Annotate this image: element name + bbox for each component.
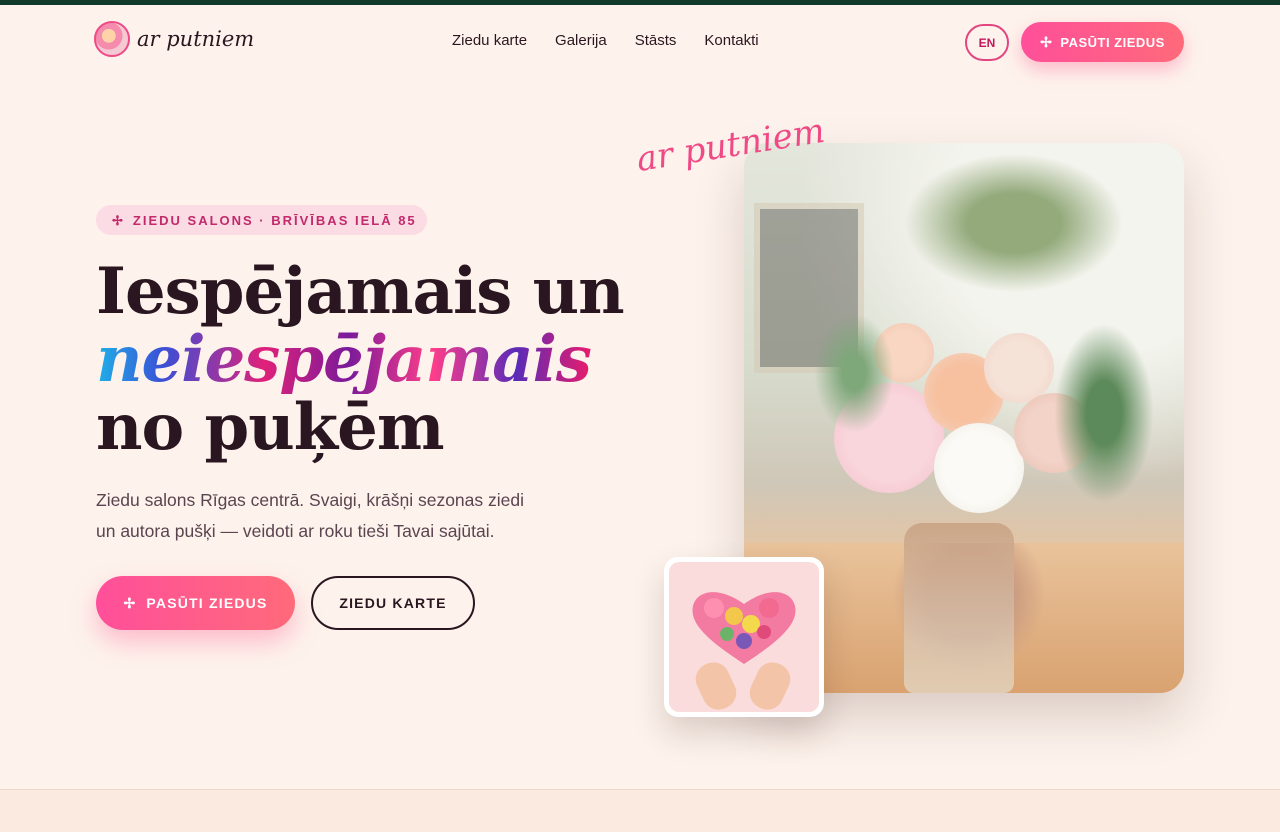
next-section-edge — [0, 789, 1280, 832]
badge-text: ZIEDU SALONS · BRĪVĪBAS IELĀ 85 — [132, 212, 417, 228]
headline-line-1: Iespējamais un — [96, 254, 625, 329]
primary-button-label: PASŪTI ZIEDUS — [146, 595, 268, 611]
headline-accent: neiespējamais — [96, 326, 656, 394]
nav-link-galerija[interactable]: Galerija — [555, 32, 607, 49]
brand-name: ar putniem — [137, 27, 255, 51]
thumbnail-image — [669, 562, 819, 712]
hero-headline: Iespējamais un neiespējamais no puķēm — [96, 258, 656, 462]
bouquet-flowers — [814, 313, 1154, 573]
order-button-label: PASŪTI ZIEDUS — [1060, 34, 1165, 50]
headline-line-3: no puķēm — [96, 390, 445, 465]
flower-logo-icon — [94, 21, 130, 57]
sparkle-icon: ✢ — [1040, 34, 1053, 50]
brand-logo[interactable]: ar putniem — [94, 20, 254, 58]
main-menu: Ziedu karte Galerija Stāsts Kontakti — [452, 32, 759, 49]
heart-bouquet-thumbnail — [664, 557, 824, 717]
heart-flowers-icon — [692, 592, 796, 664]
nav-link-ziedu-karte[interactable]: Ziedu karte — [452, 32, 527, 49]
hero-subtitle: Ziedu salons Rīgas centrā. Svaigi, krāšņ… — [96, 490, 524, 541]
order-flowers-button[interactable]: ✢ PASŪTI ZIEDUS — [96, 576, 295, 630]
nav-link-stasts[interactable]: Stāsts — [635, 32, 677, 49]
sparkle-icon: ✢ — [123, 595, 137, 611]
nav-link-kontakti[interactable]: Kontakti — [704, 32, 758, 49]
flower-menu-button[interactable]: ZIEDU KARTE — [311, 576, 475, 630]
photo-foliage — [904, 153, 1124, 293]
language-switch-button[interactable]: EN — [965, 24, 1009, 61]
site-header: ar putniem Ziedu karte Galerija Stāsts K… — [0, 5, 1280, 77]
sparkle-icon: ✢ — [112, 212, 125, 228]
order-flowers-button-header[interactable]: ✢ PASŪTI ZIEDUS — [1021, 22, 1184, 62]
location-badge: ✢ ZIEDU SALONS · BRĪVĪBAS IELĀ 85 — [96, 205, 427, 235]
